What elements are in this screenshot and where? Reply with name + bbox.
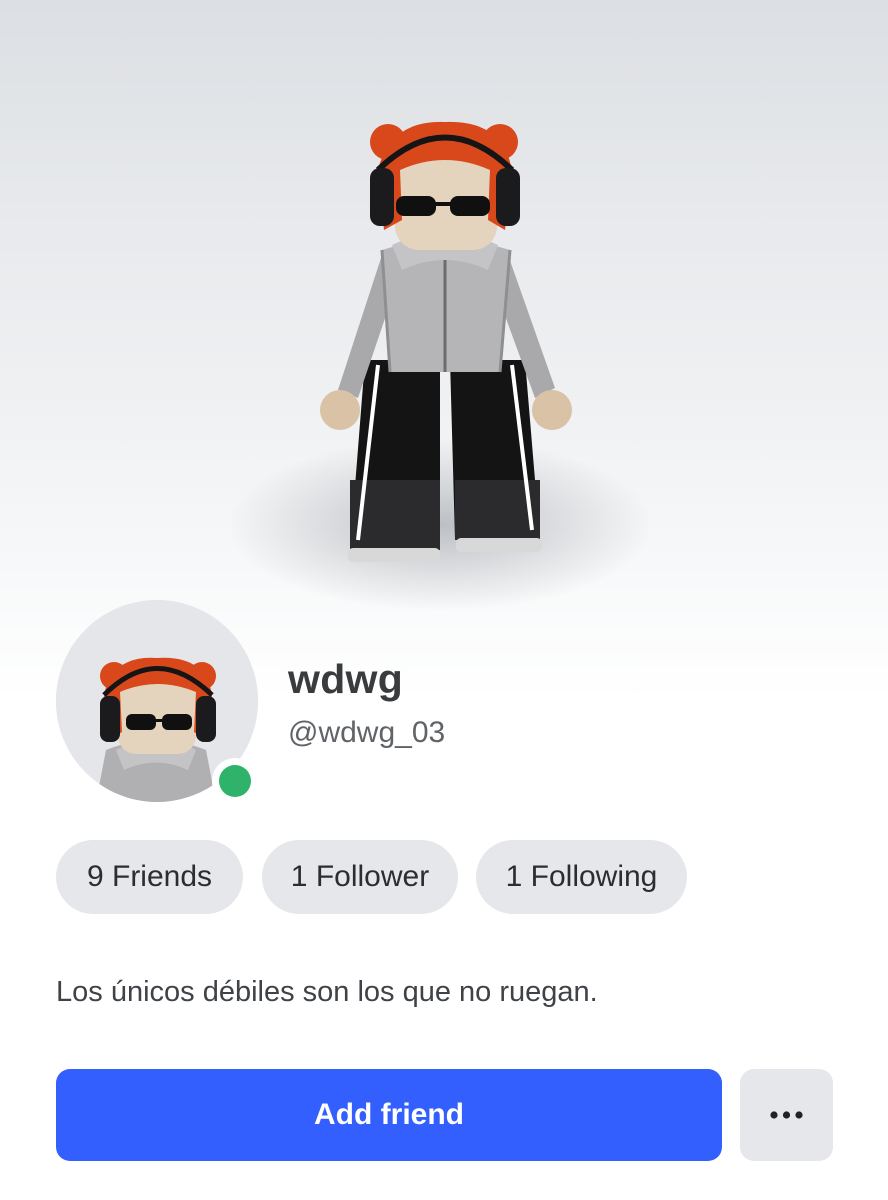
online-status-indicator xyxy=(212,758,258,804)
avatar-3d-render xyxy=(320,121,572,562)
more-horizontal-icon xyxy=(770,1111,803,1119)
online-dot-icon xyxy=(219,765,251,797)
friends-count-chip[interactable]: 9 Friends xyxy=(56,840,243,914)
profile-bio: Los únicos débiles son los que no ruegan… xyxy=(56,976,598,1008)
display-name: wdwg xyxy=(288,656,404,702)
username: @wdwg_03 xyxy=(288,716,446,749)
followers-count-chip[interactable]: 1 Follower xyxy=(262,840,458,914)
avatar-showcase xyxy=(0,0,888,700)
more-options-button[interactable] xyxy=(740,1069,833,1161)
add-friend-button[interactable]: Add friend xyxy=(56,1069,722,1161)
following-count-chip[interactable]: 1 Following xyxy=(476,840,687,914)
